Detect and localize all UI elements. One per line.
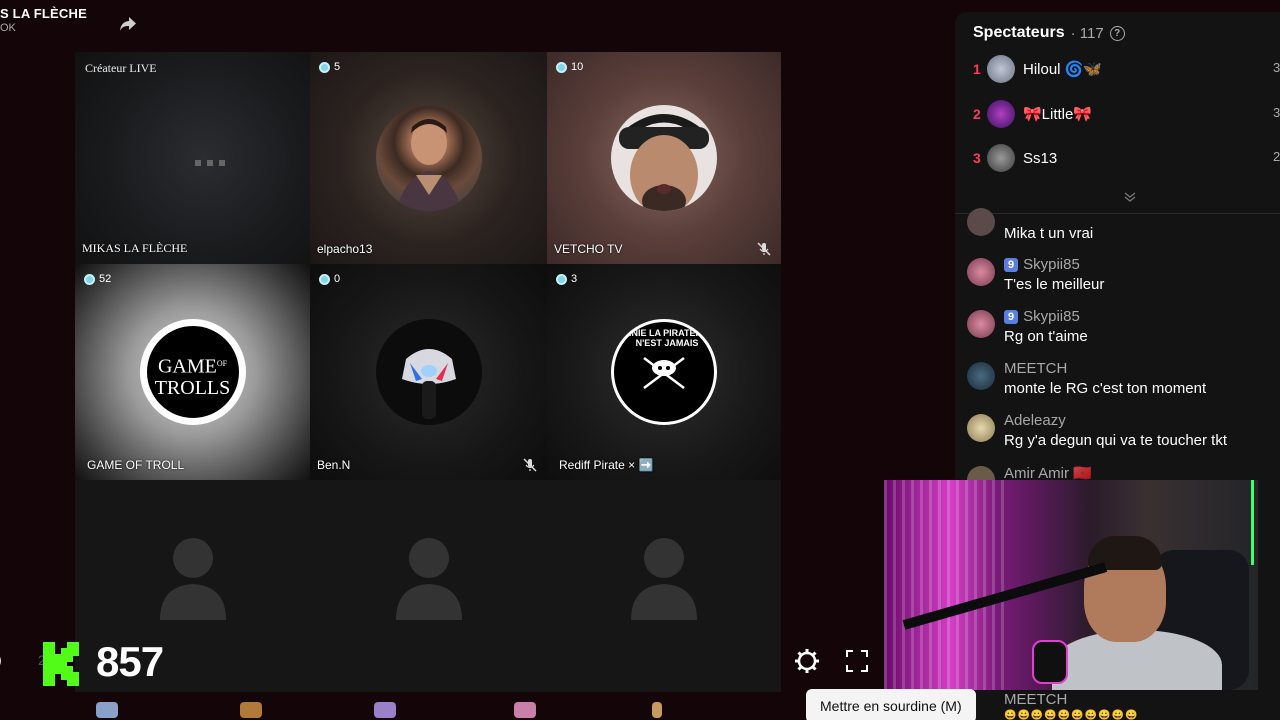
user-placeholder-icon [631, 538, 697, 620]
fullscreen-icon[interactable] [846, 650, 868, 672]
rank-number: 2 [973, 106, 981, 122]
rank-number: 1 [973, 61, 981, 77]
guest-badge: 3 [556, 273, 577, 285]
avatar [967, 414, 995, 442]
guest-name: Ben.N [317, 458, 351, 472]
guest-name: Rediff Pirate × ➡️ [559, 458, 654, 472]
mic-muted-icon [757, 242, 771, 256]
game-of-trolls-logo: GAMEOF TROLLS [139, 319, 246, 425]
empty-slot[interactable] [547, 480, 781, 692]
level-badge: 9 [1004, 309, 1019, 324]
mic-muted-icon [523, 458, 537, 472]
rank-number: 3 [973, 150, 981, 166]
user-placeholder-icon [395, 538, 462, 620]
guest-badge: 5 [319, 61, 340, 73]
avatar [967, 362, 995, 390]
avatar [987, 144, 1015, 172]
top-viewer-row[interactable]: 3 Ss13 [973, 143, 1057, 173]
guest-tile-host[interactable]: Créateur LIVE MIKAS LA FLÈCHE [75, 52, 310, 264]
chevron-down-icon[interactable] [1123, 192, 1137, 202]
avatar [967, 208, 995, 236]
chat-text: Mika t un vrai [1004, 225, 1094, 242]
viewer-score: 3 [1273, 105, 1280, 120]
viewer-count: · 117 [1070, 24, 1104, 42]
chat-text: monte le RG c'est ton moment [1004, 380, 1207, 397]
top-viewer-row[interactable]: 2 🎀Little🎀 [973, 99, 1092, 129]
guest-name: VETCHO TV [554, 242, 623, 256]
avatar [987, 100, 1015, 128]
microphone-icon [1032, 640, 1068, 684]
chat-text: Rg on t'aime [1004, 328, 1088, 345]
mute-tooltip: Mettre en sourdine (M) [806, 689, 976, 720]
coin-icon [556, 273, 567, 285]
guest-name: GAME OF TROLL [87, 458, 185, 472]
gift-item[interactable] [374, 702, 396, 718]
coin-icon [319, 61, 330, 73]
gift-item[interactable] [96, 702, 118, 718]
guest-grid: Créateur LIVE MIKAS LA FLÈCHE 5 elpacho1… [75, 52, 781, 692]
guest-tile-game-of-troll[interactable]: 52 GAMEOF TROLLS GAME OF TROLL [75, 264, 310, 480]
coin-icon [84, 273, 95, 285]
share-icon[interactable] [116, 12, 140, 36]
guest-tile-ben-n[interactable]: 0 Ben.N [310, 264, 547, 480]
creator-live-tag: Créateur LIVE [85, 61, 157, 75]
chat-username[interactable]: MEETCH [1004, 360, 1067, 377]
avatar [967, 258, 995, 286]
chat-message: 9 Skypii85 Rg on t'aime [967, 308, 1280, 352]
stream-header: S LA FLÈCHE OK [0, 6, 87, 34]
avatar [987, 55, 1015, 83]
help-icon[interactable]: ? [1109, 25, 1125, 41]
motorcycle-icon [401, 349, 456, 419]
guest-tile-rediff-pirate[interactable]: 3 FINIE LA PIRATERIE N'EST JAMAIS Rediff… [547, 264, 781, 480]
guest-badge: 0 [319, 273, 340, 285]
top-viewer-row[interactable]: 1 Hiloul 🌀🦋 [973, 54, 1102, 84]
avatar [611, 105, 717, 211]
gear-icon[interactable] [794, 648, 820, 674]
guest-name: elpacho13 [317, 242, 373, 256]
panel-title: Spectateurs · 117 ? [973, 24, 1125, 42]
small-emblem-icon [195, 160, 225, 166]
gift-item[interactable] [240, 702, 262, 718]
streamer-name: S LA FLÈCHE [0, 6, 87, 21]
chat-text: T'es le meilleur [1004, 276, 1105, 293]
guest-name: MIKAS LA FLÈCHE [82, 241, 188, 255]
chat-message: Mika t un vrai [967, 208, 1280, 254]
refresh-icon[interactable] [0, 648, 10, 674]
viewer-name: 🎀Little🎀 [1023, 106, 1093, 123]
viewer-name: Ss13 [1023, 149, 1058, 167]
guest-badge: 52 [84, 273, 111, 285]
gift-item[interactable] [652, 702, 662, 718]
guest-tile-vetcho-tv[interactable]: 10 VETCHO TV [547, 52, 781, 264]
stream-subtitle: OK [0, 22, 16, 34]
gift-bar [0, 696, 805, 720]
avatar [967, 310, 995, 338]
level-badge: 9 [1004, 257, 1019, 272]
chat-emojis: 😀😀😀😀😀😀😀😀😀😀 [1004, 710, 1139, 720]
viewer-name: Hiloul 🌀🦋 [1023, 61, 1103, 78]
chat-username[interactable]: 9 Skypii85 [1004, 308, 1080, 325]
viewer-score: 2 [1273, 149, 1280, 164]
chat-username[interactable]: Adeleazy [1004, 412, 1066, 429]
avatar [375, 319, 482, 425]
gift-item[interactable] [514, 702, 536, 718]
kick-logo-icon [43, 642, 79, 686]
pirate-logo: FINIE LA PIRATERIE N'EST JAMAIS [611, 319, 717, 425]
guest-tile-elpacho13[interactable]: 5 elpacho13 [310, 52, 547, 264]
chat-message: Adeleazy Rg y'a degun qui va te toucher … [967, 412, 1280, 456]
coin-icon [556, 61, 567, 73]
live-studio: S LA FLÈCHE OK Créateur LIVE MIKAS LA FL… [0, 0, 1280, 720]
webcam-overlay [884, 480, 1258, 690]
guest-badge: 10 [556, 61, 583, 73]
viewer-score: 3 [1273, 60, 1280, 75]
chat-message: MEETCH monte le RG c'est ton moment [967, 360, 1280, 404]
coin-icon [319, 273, 330, 285]
user-placeholder-icon [159, 538, 226, 620]
chat-text: Rg y'a degun qui va te toucher tkt [1004, 432, 1228, 449]
empty-slot[interactable] [310, 480, 547, 692]
viewer-counter: 857 [96, 638, 164, 685]
chat-username[interactable]: 9 Skypii85 [1004, 256, 1080, 273]
avatar [375, 105, 482, 211]
chat-message: 9 Skypii85 T'es le meilleur [967, 256, 1280, 300]
chat-username[interactable]: MEETCH [1004, 691, 1067, 708]
